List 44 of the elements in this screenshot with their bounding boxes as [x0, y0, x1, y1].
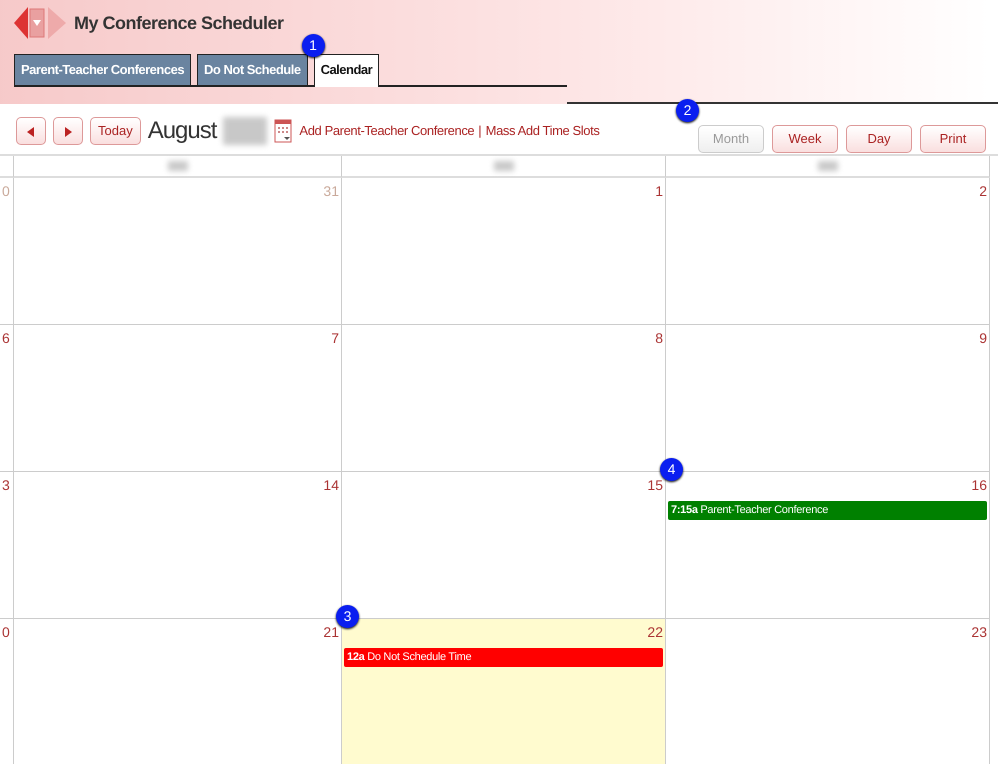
tab[interactable]: Parent-Teacher Conferences: [14, 54, 192, 84]
separator: |: [478, 122, 482, 140]
date-number: 3: [2, 476, 11, 494]
tab[interactable]: Calendar: [314, 54, 380, 86]
calendar-event[interactable]: 7:15a Parent-Teacher Conference: [668, 501, 987, 520]
date-number: 21: [322, 623, 339, 641]
app-title: My Conference Scheduler: [74, 12, 284, 35]
date-number: 15: [646, 476, 663, 494]
today-button[interactable]: Today: [90, 117, 141, 145]
date-number: 0: [2, 182, 11, 200]
date-number: 14: [322, 476, 339, 494]
calendar-event[interactable]: 12a Do Not Schedule Time: [344, 648, 663, 666]
navigation-arrows-icon[interactable]: [14, 6, 66, 40]
view-button[interactable]: Week: [772, 125, 838, 153]
view-button[interactable]: Print: [920, 125, 986, 153]
left-triangle-icon: [26, 126, 36, 138]
date-number: 8: [654, 329, 663, 347]
blurred-year: [223, 117, 268, 145]
calendar-icon[interactable]: [274, 119, 292, 143]
toolbar-link[interactable]: Mass Add Time Slots: [486, 121, 600, 141]
date-number: 23: [970, 623, 987, 641]
view-button[interactable]: Day: [846, 125, 912, 153]
blurred-weekday: [494, 161, 514, 171]
date-number: 0: [2, 623, 11, 641]
next-button[interactable]: [53, 117, 83, 145]
tab[interactable]: Do Not Schedule: [197, 54, 308, 84]
blurred-weekday: [168, 161, 188, 171]
callout-badge: 2: [676, 99, 699, 122]
date-number: 31: [322, 182, 339, 200]
right-triangle-icon: [63, 126, 73, 138]
month-label: August: [148, 116, 216, 146]
date-number: 16: [970, 476, 987, 494]
callout-badge: 1: [302, 34, 325, 57]
date-number: 22: [646, 623, 663, 641]
toolbar-link[interactable]: Add Parent-Teacher Conference: [299, 121, 474, 141]
callout-badge: 3: [336, 605, 359, 628]
blurred-weekday: [818, 161, 838, 171]
date-number: 1: [654, 182, 663, 200]
previous-button[interactable]: [16, 117, 46, 145]
date-number: 7: [330, 329, 339, 347]
date-number: 2: [978, 182, 987, 200]
date-number: 6: [2, 329, 11, 347]
callout-badge: 4: [660, 458, 683, 481]
date-number: 9: [978, 329, 987, 347]
